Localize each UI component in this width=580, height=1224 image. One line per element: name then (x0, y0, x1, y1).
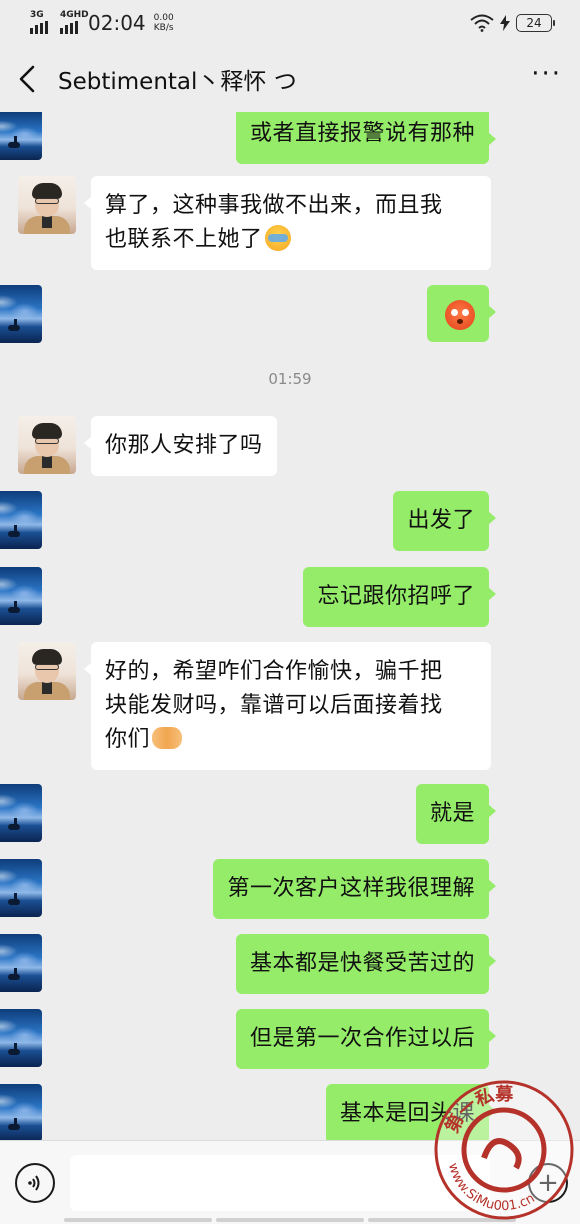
self-avatar[interactable] (0, 285, 42, 343)
message-text: 基本都是快餐受苦过的 (249, 951, 475, 976)
battery-level: 24 (526, 16, 542, 30)
message-bubble-outgoing[interactable]: 第一次客户这样我很理解 (213, 859, 496, 919)
message-text: 好的，希望咋们合作愉快，骗千把 (105, 659, 443, 684)
message-bubble-outgoing[interactable]: 就是 (415, 784, 497, 844)
nav-gesture-bar (64, 1218, 516, 1222)
status-time: 02:04 (88, 11, 146, 35)
message-bubble-incoming[interactable]: 算了，这种事我做不出来，而且我 也联系不上她了 (84, 176, 491, 270)
message-bubble-outgoing[interactable]: 但是第一次合作过以后 (235, 1009, 497, 1069)
self-avatar[interactable] (0, 491, 42, 549)
message-bubble-incoming[interactable]: 好的，希望咋们合作愉快，骗千把 块能发财吗，靠谱可以后面接着找 你们 (84, 642, 491, 770)
friend-avatar[interactable] (18, 176, 76, 234)
crying-laughing-emoji-icon (264, 225, 291, 251)
wifi-icon (470, 14, 494, 32)
message-text: 就是 (429, 801, 475, 826)
charging-bolt-icon (500, 15, 510, 31)
more-options-button[interactable]: ··· (531, 61, 562, 97)
voice-input-button[interactable] (15, 1163, 55, 1203)
message-text: 你们 (105, 727, 151, 752)
shocked-emoji-icon (445, 300, 475, 330)
signal-4g-icon: 4GHD (60, 10, 89, 34)
chevron-left-icon (19, 65, 35, 93)
message-timestamp: 01:59 (268, 370, 312, 388)
message-text: 你那人安排了吗 (105, 433, 263, 458)
voice-icon (28, 1175, 40, 1191)
self-avatar[interactable] (0, 1009, 42, 1067)
message-text: 第一次客户这样我很理解 (227, 876, 475, 901)
network-speed-unit: KB/s (153, 23, 174, 33)
message-text: 或者直接报警说有那种 (249, 121, 475, 146)
chat-title[interactable]: Sebtimental丶释怀 つ (58, 62, 297, 96)
plus-icon: + (537, 1168, 559, 1198)
status-bar: 3G 4GHD 02:04 0.00 KB/s 24 (0, 0, 580, 46)
network-speed: 0.00 KB/s (154, 13, 174, 33)
message-text: 块能发财吗，靠谱可以后面接着找 (105, 693, 443, 718)
signal-3g-icon: 3G (30, 10, 48, 34)
more-actions-button[interactable]: + (528, 1163, 568, 1203)
back-button[interactable] (18, 59, 48, 99)
handshake-emoji-icon (152, 727, 183, 749)
message-bubble-outgoing[interactable]: 出发了 (393, 491, 496, 551)
message-bubble-outgoing[interactable]: 基本都是快餐受苦过的 (235, 934, 497, 994)
chat-header: Sebtimental丶释怀 つ ··· (0, 46, 580, 112)
friend-avatar[interactable] (18, 642, 76, 700)
message-text: 算了，这种事我做不出来，而且我 (105, 193, 443, 218)
network-type-label: 4GHD (60, 10, 89, 20)
message-text: 出发了 (407, 508, 475, 533)
message-text: 也联系不上她了 (105, 227, 263, 252)
network-type-label: 3G (30, 10, 44, 20)
self-avatar[interactable] (0, 859, 42, 917)
message-bubble-incoming[interactable]: 你那人安排了吗 (84, 416, 277, 476)
self-avatar[interactable] (0, 1084, 42, 1142)
battery-icon: 24 (516, 14, 555, 32)
message-text: 基本是回头课 (339, 1101, 475, 1126)
message-bubble-outgoing[interactable]: 忘记跟你招呼了 (303, 567, 496, 627)
message-text: 但是第一次合作过以后 (249, 1026, 475, 1051)
self-avatar[interactable] (0, 784, 42, 842)
friend-avatar[interactable] (18, 416, 76, 474)
network-speed-value: 0.00 (153, 13, 174, 23)
message-bubble-outgoing[interactable] (427, 285, 496, 342)
self-avatar[interactable] (0, 567, 42, 625)
self-avatar[interactable] (0, 934, 42, 992)
message-bubble-outgoing[interactable]: 或者直接报警说有那种 (235, 112, 497, 164)
message-input[interactable] (70, 1155, 490, 1211)
self-avatar[interactable] (0, 112, 42, 160)
message-bubble-outgoing[interactable]: 基本是回头课 (325, 1084, 497, 1144)
message-text: 忘记跟你招呼了 (317, 584, 475, 609)
input-bar: + (0, 1140, 580, 1224)
chat-area[interactable]: 或者直接报警说有那种 算了，这种事我做不出来，而且我 也联系不上她了 01:59… (0, 0, 580, 1144)
